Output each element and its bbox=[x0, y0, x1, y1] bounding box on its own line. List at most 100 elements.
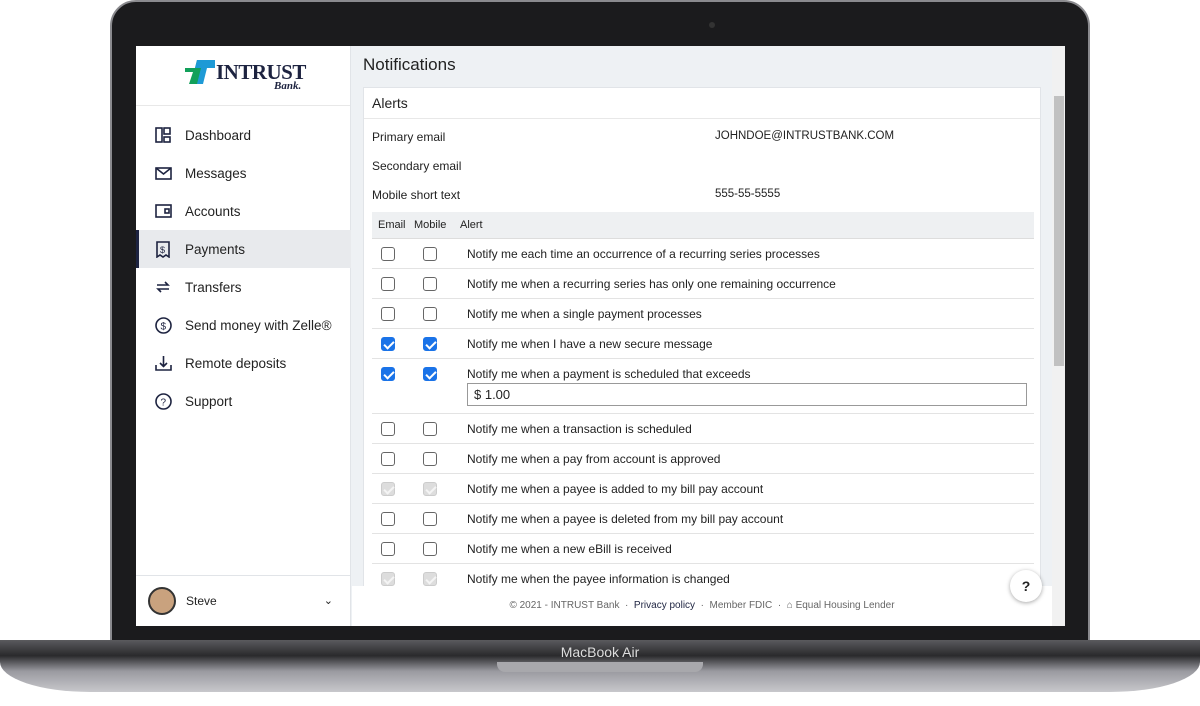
footer: © 2021 - INTRUST Bank · Privacy policy ·… bbox=[352, 586, 1052, 626]
sidebar-nav: Dashboard Messages Accounts $ Payments Transf… bbox=[136, 116, 351, 420]
alerts-table: Notify me each time an occurrence of a r… bbox=[372, 239, 1034, 594]
sidebar-item-dashboard[interactable]: Dashboard bbox=[136, 116, 351, 154]
table-row: Notify me when a single payment processe… bbox=[372, 299, 1034, 329]
sidebar-item-payments[interactable]: $ Payments bbox=[136, 230, 351, 268]
email-checkbox[interactable] bbox=[381, 452, 395, 466]
logo-subtext: Bank. bbox=[274, 80, 302, 92]
sidebar-item-support[interactable]: ? Support bbox=[136, 382, 351, 420]
laptop-notch bbox=[497, 662, 703, 672]
scrollbar-thumb[interactable] bbox=[1054, 96, 1064, 366]
dollar-circle-icon: $ bbox=[154, 316, 172, 334]
sidebar-item-messages[interactable]: Messages bbox=[136, 154, 351, 192]
alert-text: Notify me when the payee information is … bbox=[467, 572, 730, 586]
wallet-icon bbox=[154, 202, 172, 220]
page-title: Notifications bbox=[363, 55, 456, 74]
contact-label: Primary email bbox=[372, 130, 446, 144]
privacy-policy-link[interactable]: Privacy policy bbox=[634, 600, 695, 611]
email-checkbox bbox=[381, 572, 395, 586]
sidebar-item-label: Support bbox=[185, 393, 233, 409]
member-fdic: Member FDIC bbox=[709, 600, 773, 611]
mobile-checkbox[interactable] bbox=[423, 452, 437, 466]
email-checkbox bbox=[381, 482, 395, 496]
alert-text: Notify me each time an occurrence of a r… bbox=[467, 247, 820, 261]
download-tray-icon bbox=[154, 354, 172, 372]
mobile-checkbox[interactable] bbox=[423, 277, 437, 291]
contact-value: JOHNDOE@INTRUSTBANK.COM bbox=[715, 130, 895, 142]
contact-value: 555-55-5555 bbox=[715, 188, 781, 200]
email-checkbox[interactable] bbox=[381, 307, 395, 321]
alert-text: Notify me when a single payment processe… bbox=[467, 307, 702, 321]
chevron-down-icon[interactable]: ⌄ bbox=[324, 594, 333, 607]
email-checkbox[interactable] bbox=[381, 247, 395, 261]
mobile-checkbox[interactable] bbox=[423, 247, 437, 261]
sidebar-item-remote[interactable]: Remote deposits bbox=[136, 344, 351, 382]
table-row: Notify me when a payment is scheduled th… bbox=[372, 359, 1034, 414]
mobile-checkbox[interactable] bbox=[423, 512, 437, 526]
table-row: Notify me when a payee is added to my bi… bbox=[372, 474, 1034, 504]
dashboard-icon bbox=[154, 126, 172, 144]
scrollbar[interactable] bbox=[1052, 46, 1065, 626]
email-checkbox[interactable] bbox=[381, 367, 395, 381]
contact-label: Secondary email bbox=[372, 159, 462, 173]
sidebar-item-label: Transfers bbox=[185, 279, 242, 295]
mobile-checkbox bbox=[423, 572, 437, 586]
mobile-checkbox[interactable] bbox=[423, 307, 437, 321]
receipt-dollar-icon: $ bbox=[154, 240, 172, 258]
sidebar-item-label: Payments bbox=[185, 241, 246, 257]
alert-text: Notify me when a new eBill is received bbox=[467, 542, 672, 556]
sidebar: INTRUST Bank. Dashboard Messages Accounts $… bbox=[136, 46, 351, 626]
alert-text: Notify me when a payment is scheduled th… bbox=[467, 367, 751, 381]
table-row: Notify me when a transaction is schedule… bbox=[372, 414, 1034, 444]
table-row: Notify me when a pay from account is app… bbox=[372, 444, 1034, 474]
sidebar-item-accounts[interactable]: Accounts bbox=[136, 192, 351, 230]
contact-label: Mobile short text bbox=[372, 188, 461, 202]
alert-text: Notify me when a transaction is schedule… bbox=[467, 422, 692, 436]
mobile-checkbox[interactable] bbox=[423, 422, 437, 436]
envelope-icon bbox=[154, 164, 172, 182]
avatar bbox=[148, 587, 176, 615]
table-row: Notify me each time an occurrence of a r… bbox=[372, 239, 1034, 269]
sidebar-item-label: Messages bbox=[185, 165, 247, 181]
email-checkbox[interactable] bbox=[381, 277, 395, 291]
alert-text: Notify me when a payee is deleted from m… bbox=[467, 512, 784, 526]
mobile-checkbox[interactable] bbox=[423, 542, 437, 556]
logo-mark-icon bbox=[185, 60, 215, 84]
svg-text:$: $ bbox=[160, 321, 166, 332]
header-mobile: Mobile bbox=[414, 219, 447, 231]
sidebar-item-send[interactable]: $ Send money with Zelle® bbox=[136, 306, 351, 344]
user-menu[interactable]: Steve ⌄ bbox=[136, 575, 351, 626]
email-checkbox[interactable] bbox=[381, 512, 395, 526]
svg-text:?: ? bbox=[160, 397, 166, 408]
alert-text: Notify me when a payee is added to my bi… bbox=[467, 482, 764, 496]
alert-text: Notify me when I have a new secure messa… bbox=[467, 337, 713, 351]
table-row: Notify me when a new eBill is received bbox=[372, 534, 1034, 564]
table-row: Notify me when I have a new secure messa… bbox=[372, 329, 1034, 359]
amount-input[interactable]: $ 1.00 bbox=[467, 383, 1027, 406]
question-circle-icon: ? bbox=[154, 392, 172, 410]
email-checkbox[interactable] bbox=[381, 542, 395, 556]
device-label: MacBook Air bbox=[560, 644, 640, 660]
mobile-checkbox bbox=[423, 482, 437, 496]
camera bbox=[709, 22, 715, 28]
user-name: Steve bbox=[186, 594, 217, 608]
transfer-arrows-icon bbox=[154, 278, 172, 296]
table-row: Notify me when a payee is deleted from m… bbox=[372, 504, 1034, 534]
mobile-checkbox[interactable] bbox=[423, 337, 437, 351]
help-button[interactable]: ? bbox=[1010, 570, 1042, 602]
house-icon: ⌂ bbox=[786, 600, 793, 611]
table-row: Notify me when a recurring series has on… bbox=[372, 269, 1034, 299]
email-checkbox[interactable] bbox=[381, 337, 395, 351]
sidebar-item-label: Accounts bbox=[185, 203, 241, 219]
table-header: Email Mobile Alert bbox=[372, 212, 1034, 239]
svg-text:$: $ bbox=[160, 245, 165, 255]
intrust-logo[interactable]: INTRUST Bank. bbox=[136, 46, 350, 106]
email-checkbox[interactable] bbox=[381, 422, 395, 436]
sidebar-item-transfers[interactable]: Transfers bbox=[136, 268, 351, 306]
alerts-title: Alerts bbox=[364, 88, 1040, 119]
sidebar-item-label: Remote deposits bbox=[185, 355, 287, 371]
screen: INTRUST Bank. Dashboard Messages Accounts $… bbox=[136, 46, 1065, 626]
copyright: © 2021 - INTRUST Bank bbox=[509, 600, 620, 611]
sidebar-item-label: Send money with Zelle® bbox=[185, 317, 332, 333]
mobile-checkbox[interactable] bbox=[423, 367, 437, 381]
equal-housing-lender: Equal Housing Lender bbox=[795, 600, 895, 611]
